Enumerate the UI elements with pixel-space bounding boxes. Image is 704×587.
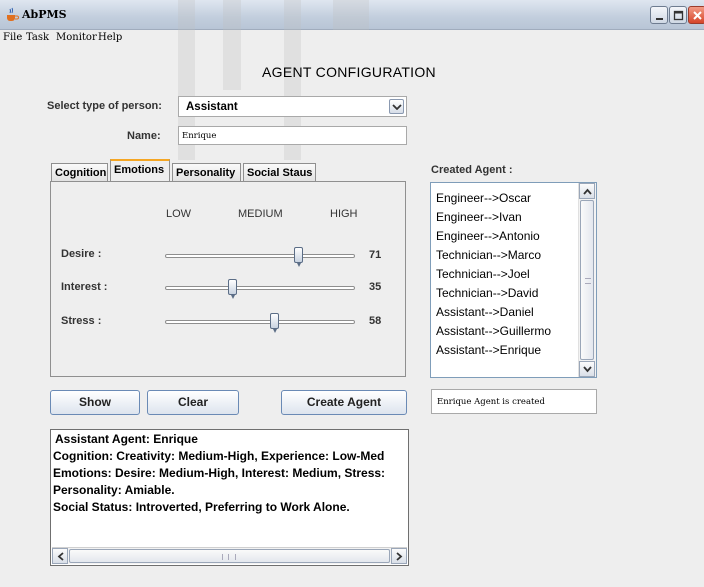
chevron-down-icon — [392, 104, 402, 110]
chevron-left-icon — [57, 552, 64, 561]
scroll-left-button[interactable] — [52, 548, 68, 564]
watermark-bar — [333, 0, 369, 30]
close-icon — [693, 11, 702, 20]
scroll-up-button[interactable] — [579, 183, 595, 199]
status-field: Enrique Agent is created — [431, 389, 597, 414]
interest-value: 35 — [369, 281, 382, 293]
tab-social-status[interactable]: Social Staus — [243, 163, 316, 181]
desire-slider-track[interactable] — [165, 254, 355, 258]
dropdown-button[interactable] — [389, 99, 404, 114]
person-type-value: Assistant — [186, 101, 238, 113]
level-low-label: LOW — [166, 208, 192, 220]
scroll-down-button[interactable] — [579, 361, 595, 377]
minimize-button[interactable] — [650, 6, 668, 24]
tab-emotions[interactable]: Emotions — [110, 159, 170, 182]
chevron-right-icon — [396, 552, 403, 561]
menu-monitor[interactable]: Monitor — [56, 32, 97, 43]
level-medium-label: MEDIUM — [238, 208, 283, 220]
tab-personality[interactable]: Personality — [172, 163, 241, 181]
show-button[interactable]: Show — [50, 390, 140, 415]
list-item[interactable]: Technician-->Marco — [436, 248, 541, 262]
close-button[interactable] — [688, 6, 704, 24]
clear-button[interactable]: Clear — [147, 390, 239, 415]
menu-task[interactable]: Task — [26, 32, 49, 43]
summary-line: Assistant Agent: Enrique — [55, 432, 198, 446]
vertical-scrollbar[interactable] — [578, 183, 596, 377]
summary-line: Personality: Amiable. — [53, 483, 175, 497]
scroll-right-button[interactable] — [391, 548, 407, 564]
watermark-bar — [223, 0, 241, 90]
interest-slider-track[interactable] — [165, 286, 355, 290]
create-agent-button[interactable]: Create Agent — [281, 390, 407, 415]
summary-line: Cognition: Creativity: Medium-High, Expe… — [53, 449, 385, 463]
stress-label: Stress : — [61, 315, 102, 327]
maximize-button[interactable] — [669, 6, 687, 24]
maximize-icon — [673, 10, 684, 21]
name-field[interactable]: Enrique — [178, 126, 407, 145]
desire-label: Desire : — [61, 248, 102, 260]
list-item[interactable]: Technician-->Joel — [436, 267, 530, 281]
person-type-label: Select type of person: — [47, 100, 162, 112]
java-cup-icon — [7, 7, 19, 21]
window-title: AbPMS — [22, 8, 67, 21]
interest-label: Interest : — [61, 281, 108, 293]
interest-slider-thumb[interactable] — [228, 279, 238, 299]
created-agent-list[interactable]: Engineer-->Oscar Engineer-->Ivan Enginee… — [430, 182, 597, 378]
menu-bar: File Task Monitor Help — [0, 30, 704, 45]
agent-summary-textarea[interactable]: Assistant Agent: Enrique Cognition: Crea… — [50, 429, 409, 566]
summary-text: Assistant Agent: Enrique Cognition: Crea… — [51, 431, 408, 516]
desire-value: 71 — [369, 249, 382, 261]
created-agent-label: Created Agent : — [431, 164, 513, 176]
stress-slider-track[interactable] — [165, 320, 355, 324]
name-label: Name: — [127, 130, 161, 142]
chevron-up-icon — [583, 188, 592, 195]
tab-cognition[interactable]: Cognition — [51, 163, 108, 181]
summary-line: Social Status: Introverted, Preferring t… — [53, 500, 350, 514]
vertical-scroll-thumb[interactable] — [580, 200, 594, 360]
stress-slider-thumb[interactable] — [269, 313, 279, 333]
list-item[interactable]: Engineer-->Antonio — [436, 229, 540, 243]
stress-value: 58 — [369, 315, 382, 327]
list-item[interactable]: Technician-->David — [436, 286, 538, 300]
chevron-down-icon — [583, 366, 592, 373]
list-item[interactable]: Assistant-->Daniel — [436, 305, 534, 319]
menu-help[interactable]: Help — [98, 32, 122, 43]
minimize-icon — [656, 18, 663, 20]
level-high-label: HIGH — [330, 208, 358, 220]
summary-line: Emotions: Desire: Medium-High, Interest:… — [53, 466, 386, 480]
desire-slider-thumb[interactable] — [293, 247, 303, 267]
horizontal-scrollbar[interactable] — [52, 547, 407, 564]
menu-file[interactable]: File — [3, 32, 22, 43]
horizontal-scroll-thumb[interactable] — [69, 549, 390, 563]
page-title: AGENT CONFIGURATION — [262, 64, 436, 80]
list-item[interactable]: Engineer-->Ivan — [436, 210, 522, 224]
person-type-select[interactable]: Assistant — [178, 96, 407, 117]
list-item[interactable]: Assistant-->Guillermo — [436, 324, 551, 338]
list-item[interactable]: Assistant-->Enrique — [436, 343, 541, 357]
list-item[interactable]: Engineer-->Oscar — [436, 191, 531, 205]
